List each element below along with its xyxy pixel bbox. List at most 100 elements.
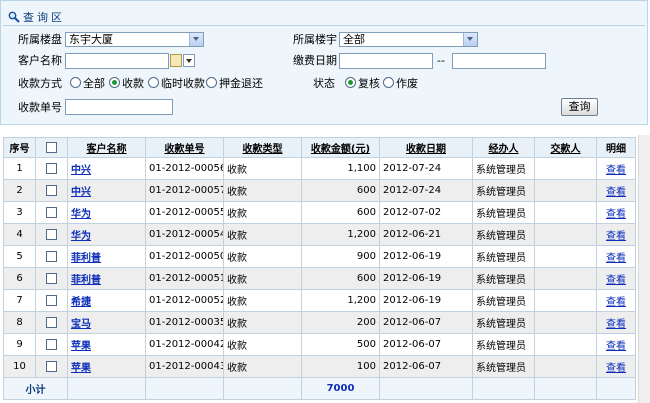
amount-cell: 1,200 <box>301 223 380 246</box>
vertical-scrollbar[interactable] <box>638 135 650 403</box>
row-select[interactable] <box>35 223 68 246</box>
handler-cell: 系统管理员 <box>472 245 535 268</box>
customer-link[interactable]: 苹果 <box>71 363 91 374</box>
checkbox-icon[interactable] <box>46 206 57 218</box>
checkbox-icon[interactable] <box>46 338 57 350</box>
view-detail-link[interactable]: 查看 <box>606 165 626 176</box>
customer-link[interactable]: 中兴 <box>71 187 91 198</box>
amount-cell: 600 <box>301 201 380 224</box>
chevron-down-icon[interactable] <box>189 33 203 46</box>
subtotal-row: 小计 7000 <box>3 377 636 400</box>
row-select[interactable] <box>35 333 68 356</box>
col-header-payer[interactable]: 交款人 <box>534 137 597 158</box>
amount-cell: 600 <box>301 179 380 202</box>
query-title-text: 查询区 <box>23 11 65 24</box>
radio-checked-icon <box>345 77 356 88</box>
customer-link[interactable]: 宝马 <box>71 319 91 330</box>
row-select[interactable] <box>35 289 68 312</box>
detail-cell: 查看 <box>596 289 636 312</box>
checkbox-icon[interactable] <box>46 272 57 284</box>
status-radio-review[interactable]: 复核 <box>345 77 380 91</box>
type-cell: 收款 <box>223 245 302 268</box>
checkbox-icon[interactable] <box>46 316 57 328</box>
view-detail-link[interactable]: 查看 <box>606 319 626 330</box>
row-index: 3 <box>3 201 36 224</box>
payer-cell <box>534 201 597 224</box>
col-header-amount[interactable]: 收款金额(元) <box>301 137 380 158</box>
view-detail-link[interactable]: 查看 <box>606 209 626 220</box>
customer-link[interactable]: 华为 <box>71 231 91 242</box>
detail-cell: 查看 <box>596 223 636 246</box>
customer-input[interactable] <box>65 53 169 69</box>
col-header-index: 序号 <box>3 137 36 158</box>
status-radio-void[interactable]: 作废 <box>383 77 418 91</box>
col-header-select-all[interactable] <box>35 137 68 158</box>
col-header-date[interactable]: 收款日期 <box>379 137 473 158</box>
building-select[interactable]: 东宇大厦 <box>65 32 204 47</box>
payer-cell <box>534 289 597 312</box>
customer-link[interactable]: 华为 <box>71 209 91 220</box>
type-cell: 收款 <box>223 311 302 334</box>
customer-cell: 华为 <box>67 223 146 246</box>
customer-cell: 苹果 <box>67 333 146 356</box>
amount-cell: 600 <box>301 267 380 290</box>
customer-link[interactable]: 中兴 <box>71 165 91 176</box>
view-detail-link[interactable]: 查看 <box>606 253 626 264</box>
empty-cell <box>534 377 597 400</box>
search-button[interactable]: 查询 <box>561 98 598 116</box>
pay-date-end-input[interactable] <box>452 53 546 69</box>
checkbox-icon[interactable] <box>46 360 57 372</box>
checkbox-icon[interactable] <box>46 162 57 174</box>
customer-link[interactable]: 希捷 <box>71 297 91 308</box>
radio-checked-icon <box>109 77 120 88</box>
customer-cell: 菲利普 <box>67 245 146 268</box>
table-header-row: 序号 客户名称 收款单号 收款类型 收款金额(元) 收款日期 经办人 交款人 明… <box>3 137 636 158</box>
row-index: 8 <box>3 311 36 334</box>
checkbox-icon[interactable] <box>46 184 57 196</box>
view-detail-link[interactable]: 查看 <box>606 275 626 286</box>
row-index: 9 <box>3 333 36 356</box>
view-detail-link[interactable]: 查看 <box>606 231 626 242</box>
chevron-down-icon[interactable] <box>463 33 477 46</box>
customer-link[interactable]: 苹果 <box>71 341 91 352</box>
checkbox-icon[interactable] <box>46 228 57 240</box>
empty-cell <box>596 377 636 400</box>
view-detail-link[interactable]: 查看 <box>606 297 626 308</box>
row-select[interactable] <box>35 355 68 378</box>
checkbox-icon[interactable] <box>46 294 57 306</box>
method-radio-all[interactable]: 全部 <box>70 77 105 91</box>
row-select[interactable] <box>35 179 68 202</box>
checkbox-icon[interactable] <box>46 250 57 262</box>
customer-picker-button[interactable] <box>170 53 196 69</box>
radio-icon <box>70 77 81 88</box>
method-radio-deposit-refund[interactable]: 押金退还 <box>206 77 263 91</box>
view-detail-link[interactable]: 查看 <box>606 363 626 374</box>
method-option-label: 临时收款 <box>161 77 205 90</box>
row-select[interactable] <box>35 311 68 334</box>
pay-date-start-input[interactable] <box>339 53 433 69</box>
customer-link[interactable]: 菲利普 <box>71 253 101 264</box>
col-header-customer[interactable]: 客户名称 <box>67 137 146 158</box>
row-select[interactable] <box>35 267 68 290</box>
customer-cell: 中兴 <box>67 179 146 202</box>
view-detail-link[interactable]: 查看 <box>606 341 626 352</box>
method-option-label: 全部 <box>83 77 105 90</box>
floor-label: 所属楼宇 <box>293 33 337 46</box>
receipt-no-input[interactable] <box>65 99 173 115</box>
receipt-no-cell: 01-2012-00054 <box>145 223 224 246</box>
row-select[interactable] <box>35 201 68 224</box>
row-select[interactable] <box>35 245 68 268</box>
row-select[interactable] <box>35 157 68 180</box>
checkbox-icon[interactable] <box>46 141 57 153</box>
view-detail-link[interactable]: 查看 <box>606 187 626 198</box>
method-radio-temporary[interactable]: 临时收款 <box>148 77 205 91</box>
col-header-receipt-no[interactable]: 收款单号 <box>145 137 224 158</box>
pay-date-label: 缴费日期 <box>293 54 337 67</box>
table-row: 5 菲利普 01-2012-00050 收款 900 2012-06-19 系统管理员 查看 <box>3 245 636 268</box>
method-radio-receipt[interactable]: 收款 <box>109 77 144 91</box>
floor-select[interactable]: 全部 <box>339 32 478 47</box>
col-header-handler[interactable]: 经办人 <box>472 137 535 158</box>
col-header-type-label: 收款类型 <box>242 144 283 155</box>
col-header-type[interactable]: 收款类型 <box>223 137 302 158</box>
customer-link[interactable]: 菲利普 <box>71 275 101 286</box>
